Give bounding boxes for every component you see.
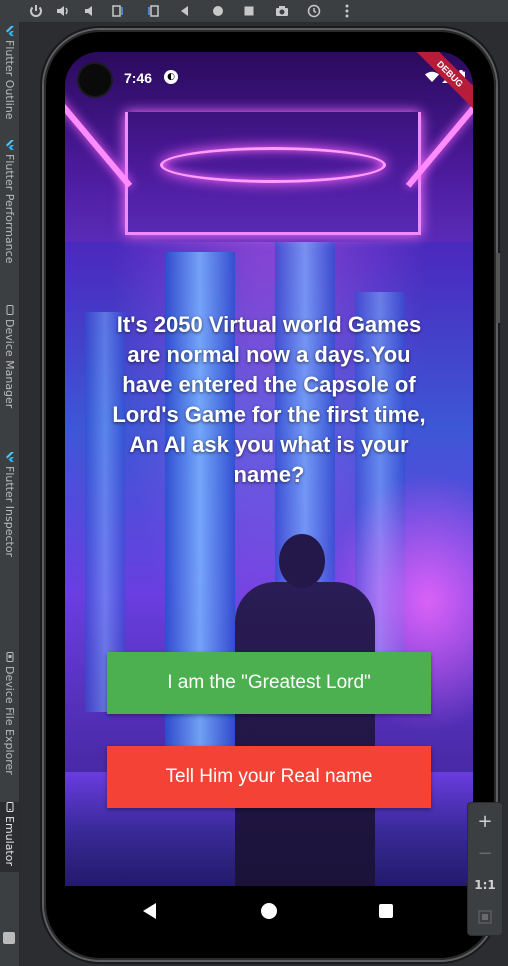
fit-screen-icon[interactable] — [468, 902, 502, 932]
tab-label: Emulator — [3, 816, 16, 866]
tab-label: Device File Explorer — [3, 666, 16, 775]
device-manager-icon — [6, 305, 13, 315]
tab-label: Flutter Performance — [3, 154, 16, 264]
person-silhouette — [235, 582, 375, 886]
rotate-left-icon[interactable] — [108, 1, 128, 21]
camera-icon[interactable] — [272, 1, 292, 21]
system-nav-bar — [65, 886, 473, 936]
person-head — [279, 534, 325, 588]
emulator-toolbar — [0, 0, 508, 23]
tab-label: Flutter Outline — [3, 40, 16, 120]
back-icon[interactable] — [175, 1, 195, 21]
rotate-right-icon[interactable] — [143, 1, 163, 21]
tab-flutter-inspector[interactable]: Flutter Inspector — [0, 452, 19, 557]
tab-device-manager[interactable]: Device Manager — [0, 305, 19, 408]
zoom-out-button[interactable]: − — [468, 838, 502, 868]
nav-home-icon[interactable] — [261, 903, 277, 919]
home-icon[interactable] — [208, 1, 228, 21]
story-text: It's 2050 Virtual world Games are normal… — [112, 312, 426, 487]
tab-label: Device Manager — [3, 319, 16, 409]
tab-flutter-performance[interactable]: Flutter Performance — [0, 140, 19, 263]
zoom-in-button[interactable]: + — [468, 806, 502, 836]
front-camera — [79, 64, 111, 96]
choice2-button[interactable]: Tell Him your Real name — [107, 746, 431, 808]
tab-label: Flutter Inspector — [3, 466, 16, 558]
choice1-button[interactable]: I am the "Greatest Lord" — [107, 652, 431, 714]
tab-emulator[interactable]: Emulator — [0, 802, 19, 872]
status-time: 7:46 — [124, 70, 153, 86]
tool-window-strip: Flutter Outline Flutter Performance Devi… — [0, 22, 20, 966]
volume-up-icon[interactable] — [53, 1, 73, 21]
actual-size-button[interactable]: 1:1 — [468, 870, 502, 900]
notification-icon[interactable] — [3, 932, 15, 944]
phone-side-button — [496, 253, 500, 323]
flutter-icon — [5, 452, 14, 462]
overview-icon[interactable] — [239, 1, 259, 21]
tab-flutter-outline[interactable]: Flutter Outline — [0, 26, 19, 120]
nav-recents-icon[interactable] — [379, 904, 393, 918]
device-file-icon — [6, 652, 13, 662]
volume-down-icon[interactable] — [80, 1, 100, 21]
snapshot-icon[interactable] — [304, 1, 324, 21]
flutter-icon — [5, 140, 14, 150]
tab-device-file-explorer[interactable]: Device File Explorer — [0, 652, 19, 775]
flutter-icon — [5, 26, 14, 36]
power-icon[interactable] — [26, 1, 46, 21]
app-screen: 7:46 ◐ DEBUG It's 2050 Virtual world Gam… — [65, 52, 473, 886]
nav-back-icon[interactable] — [143, 903, 156, 919]
app-notification-icon: ◐ — [164, 70, 178, 84]
emulator-icon — [6, 802, 13, 812]
zoom-controls: + − 1:1 — [467, 802, 503, 936]
more-icon[interactable] — [337, 1, 357, 21]
